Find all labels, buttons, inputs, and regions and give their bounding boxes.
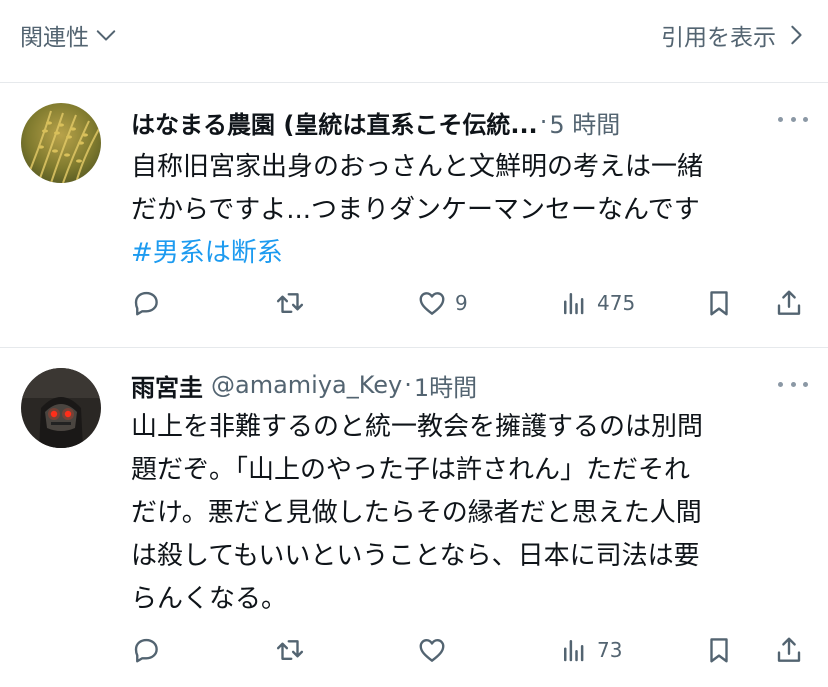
views-count: 475 — [597, 291, 636, 315]
heart-icon — [419, 292, 445, 315]
more-options-button[interactable] — [778, 107, 808, 131]
rice-plant-avatar-icon — [21, 103, 101, 183]
conversation-header: 関連性 引用を表示 — [0, 0, 828, 83]
views-icon — [564, 640, 584, 662]
reply-icon — [134, 291, 158, 316]
tweet-text: 山上を非難するのと統一教会を擁護するのは別問 題だぞ。「山上のやった子は許されん… — [131, 406, 801, 621]
avatar[interactable] — [21, 368, 101, 448]
views-button[interactable]: 475 — [559, 283, 635, 323]
like-button[interactable]: 9 — [417, 283, 468, 323]
tweet-text-line: は殺してもいいということなら、日本に司法は要 — [131, 541, 700, 571]
tweet-text-line: 題だぞ。「山上のやった子は許されん」ただそれ — [131, 455, 691, 485]
sort-label: 関連性 — [20, 25, 89, 51]
retweet-button[interactable] — [275, 283, 305, 323]
user-handle[interactable]: @amamiya_Key — [211, 371, 402, 399]
tweet-text-line: 山上を非難するのと統一教会を擁護するのは別問 — [131, 412, 704, 442]
more-dot — [790, 116, 796, 122]
tweet-text-line: 自称旧宮家出身のおっさんと文鮮明の考えは一緒 — [131, 152, 704, 182]
separator: · — [539, 108, 548, 136]
more-dot — [803, 116, 808, 122]
display-name[interactable]: 雨宮圭 — [131, 368, 203, 403]
share-button[interactable] — [774, 630, 804, 670]
tweet-text-line: だからですよ...つまりダンケーマンセーなんです — [131, 195, 700, 225]
tweet-text-line: らんくなる。 — [131, 584, 288, 614]
reply-button[interactable] — [131, 630, 161, 670]
retweet-icon — [276, 293, 304, 313]
tweet-actions: 73 — [131, 630, 811, 670]
tweet-text: 自称旧宮家出身のおっさんと文鮮明の考えは一緒 だからですよ...つまりダンケーマ… — [131, 146, 801, 275]
retweet-icon — [276, 640, 304, 660]
chevron-down-icon — [96, 30, 116, 41]
timestamp[interactable]: 5 時間 — [549, 105, 620, 140]
views-icon — [564, 293, 584, 315]
like-button[interactable] — [417, 630, 447, 670]
tweet-text-line: だけ。悪だと見做したらその縁者だと思えた人間 — [131, 498, 702, 528]
retweet-button[interactable] — [275, 630, 305, 670]
share-icon — [777, 290, 801, 315]
more-options-button[interactable] — [778, 372, 808, 396]
chevron-right-icon — [791, 25, 802, 45]
bookmark-icon — [710, 291, 728, 316]
like-count: 9 — [455, 291, 468, 315]
tweet[interactable]: 雨宮圭 @amamiya_Key · 1時間 山上を非難するのと統一教会を擁護す… — [0, 348, 828, 687]
reply-icon — [134, 638, 158, 663]
more-dot — [778, 381, 783, 387]
bookmark-button[interactable] — [704, 283, 734, 323]
view-quotes-link[interactable]: 引用を表示 — [661, 18, 806, 52]
tweet-author-row: 雨宮圭 @amamiya_Key · 1時間 — [131, 368, 808, 402]
more-dot — [790, 381, 796, 387]
tweet-actions: 9 475 — [131, 283, 811, 323]
tweet[interactable]: はなまる農園 (皇統は直系こそ伝統... · 5 時間 自称旧宮家出身のおっさん… — [0, 83, 828, 348]
timestamp[interactable]: 1時間 — [414, 368, 477, 403]
view-quotes-label: 引用を表示 — [661, 25, 776, 51]
share-icon — [777, 637, 801, 662]
display-name[interactable]: はなまる農園 (皇統は直系こそ伝統... — [131, 105, 538, 140]
bookmark-icon — [710, 638, 728, 663]
more-dot — [803, 381, 808, 387]
sort-relevance-dropdown[interactable]: 関連性 — [20, 18, 117, 52]
avatar[interactable] — [21, 103, 101, 183]
views-button[interactable]: 73 — [559, 630, 622, 670]
tweet-author-row: はなまる農園 (皇統は直系こそ伝統... · 5 時間 — [131, 105, 808, 139]
views-count: 73 — [597, 638, 623, 662]
reply-button[interactable] — [131, 283, 161, 323]
share-button[interactable] — [774, 283, 804, 323]
heart-icon — [419, 639, 445, 662]
bookmark-button[interactable] — [704, 630, 734, 670]
separator: · — [404, 371, 412, 399]
hashtag-link[interactable]: #男系は断系 — [131, 232, 801, 275]
more-dot — [778, 116, 783, 122]
dark-figure-avatar-icon — [21, 368, 101, 448]
